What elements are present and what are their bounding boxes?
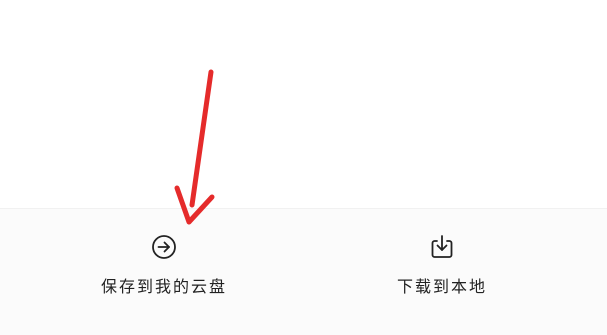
share-file-screen: 保存到我的云盘 下载到本地 bbox=[0, 0, 607, 335]
arrow-right-circle-icon bbox=[148, 231, 180, 263]
download-to-local-button[interactable]: 下载到本地 bbox=[342, 231, 542, 297]
content-area bbox=[0, 0, 607, 208]
download-tray-icon bbox=[426, 231, 458, 263]
save-to-cloud-button[interactable]: 保存到我的云盘 bbox=[64, 231, 264, 297]
save-to-cloud-label: 保存到我的云盘 bbox=[100, 277, 227, 296]
bottom-action-bar: 保存到我的云盘 下载到本地 bbox=[0, 208, 607, 335]
download-to-local-label: 下载到本地 bbox=[396, 277, 487, 296]
